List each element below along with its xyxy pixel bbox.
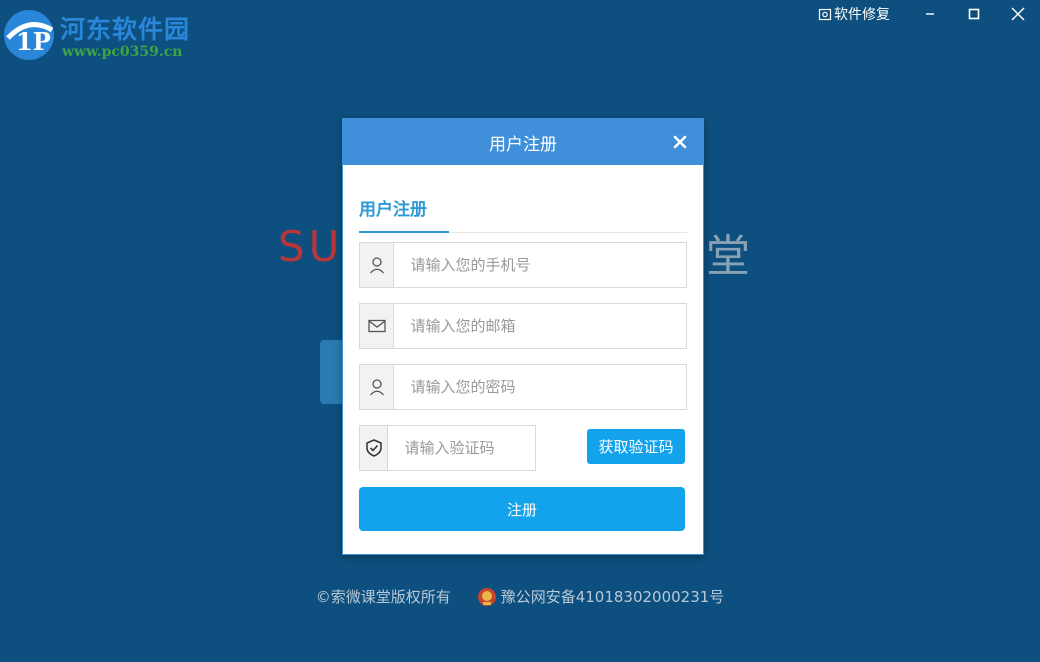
police-badge-icon [477,587,496,606]
phone-field [359,242,687,288]
window-titlebar: 软件修复 [818,0,1040,28]
close-icon [1011,7,1025,21]
password-input[interactable] [394,365,686,409]
phone-input[interactable] [394,243,686,287]
background-brand-right: 堂 [706,231,750,282]
maximize-icon [968,8,980,20]
phone-field-icon-box [360,243,395,287]
watermark-logo-icon: 1P [4,10,54,60]
get-code-button[interactable]: 获取验证码 [587,429,685,464]
dialog-title: 用户注册 [489,134,557,155]
footer: ©索微课堂版权所有 豫公网安备41018302000231号 [0,586,1040,607]
user-icon [369,379,384,396]
svg-text:1P: 1P [16,27,51,56]
code-field [359,425,536,471]
tab-underline [359,231,449,233]
copyright-text: ©索微课堂版权所有 [315,588,451,606]
watermark-url: www.pc0359.cn [62,44,183,60]
minimize-icon [926,13,934,15]
code-field-icon-box [360,426,389,470]
watermark: 1P 河东软件园 www.pc0359.cn [0,4,210,64]
record-link[interactable]: 豫公网安备41018302000231号 [477,586,725,607]
register-dialog: 用户注册 用户注册 请输入您的手机号 请输入您的邮箱 请输入验证码 获取验证码 … [342,118,704,555]
code-input[interactable] [388,426,535,470]
password-field-icon-box [360,365,395,409]
email-field-icon-box [360,304,395,348]
email-input[interactable] [394,304,686,348]
dialog-header: 用户注册 [343,119,703,165]
background-brand-left: SU [278,222,344,271]
password-field [359,364,687,410]
dialog-body: 用户注册 [343,165,703,233]
tab-register[interactable]: 用户注册 [359,165,687,233]
maximize-button[interactable] [952,0,996,28]
register-submit-button[interactable]: 注册 [359,487,685,531]
watermark-title: 河东软件园 [60,15,191,44]
envelope-icon [368,319,386,333]
record-text: 豫公网安备41018302000231号 [500,588,725,606]
tab-register-label: 用户注册 [359,200,427,220]
software-repair-label: 软件修复 [834,7,890,23]
shield-check-icon [365,439,382,457]
repair-icon [818,8,832,21]
email-field [359,303,687,349]
software-repair-button[interactable]: 软件修复 [818,4,890,24]
window-close-button[interactable] [996,0,1040,28]
dialog-close-icon[interactable] [671,133,689,151]
user-icon [369,257,384,274]
minimize-button[interactable] [908,0,952,28]
